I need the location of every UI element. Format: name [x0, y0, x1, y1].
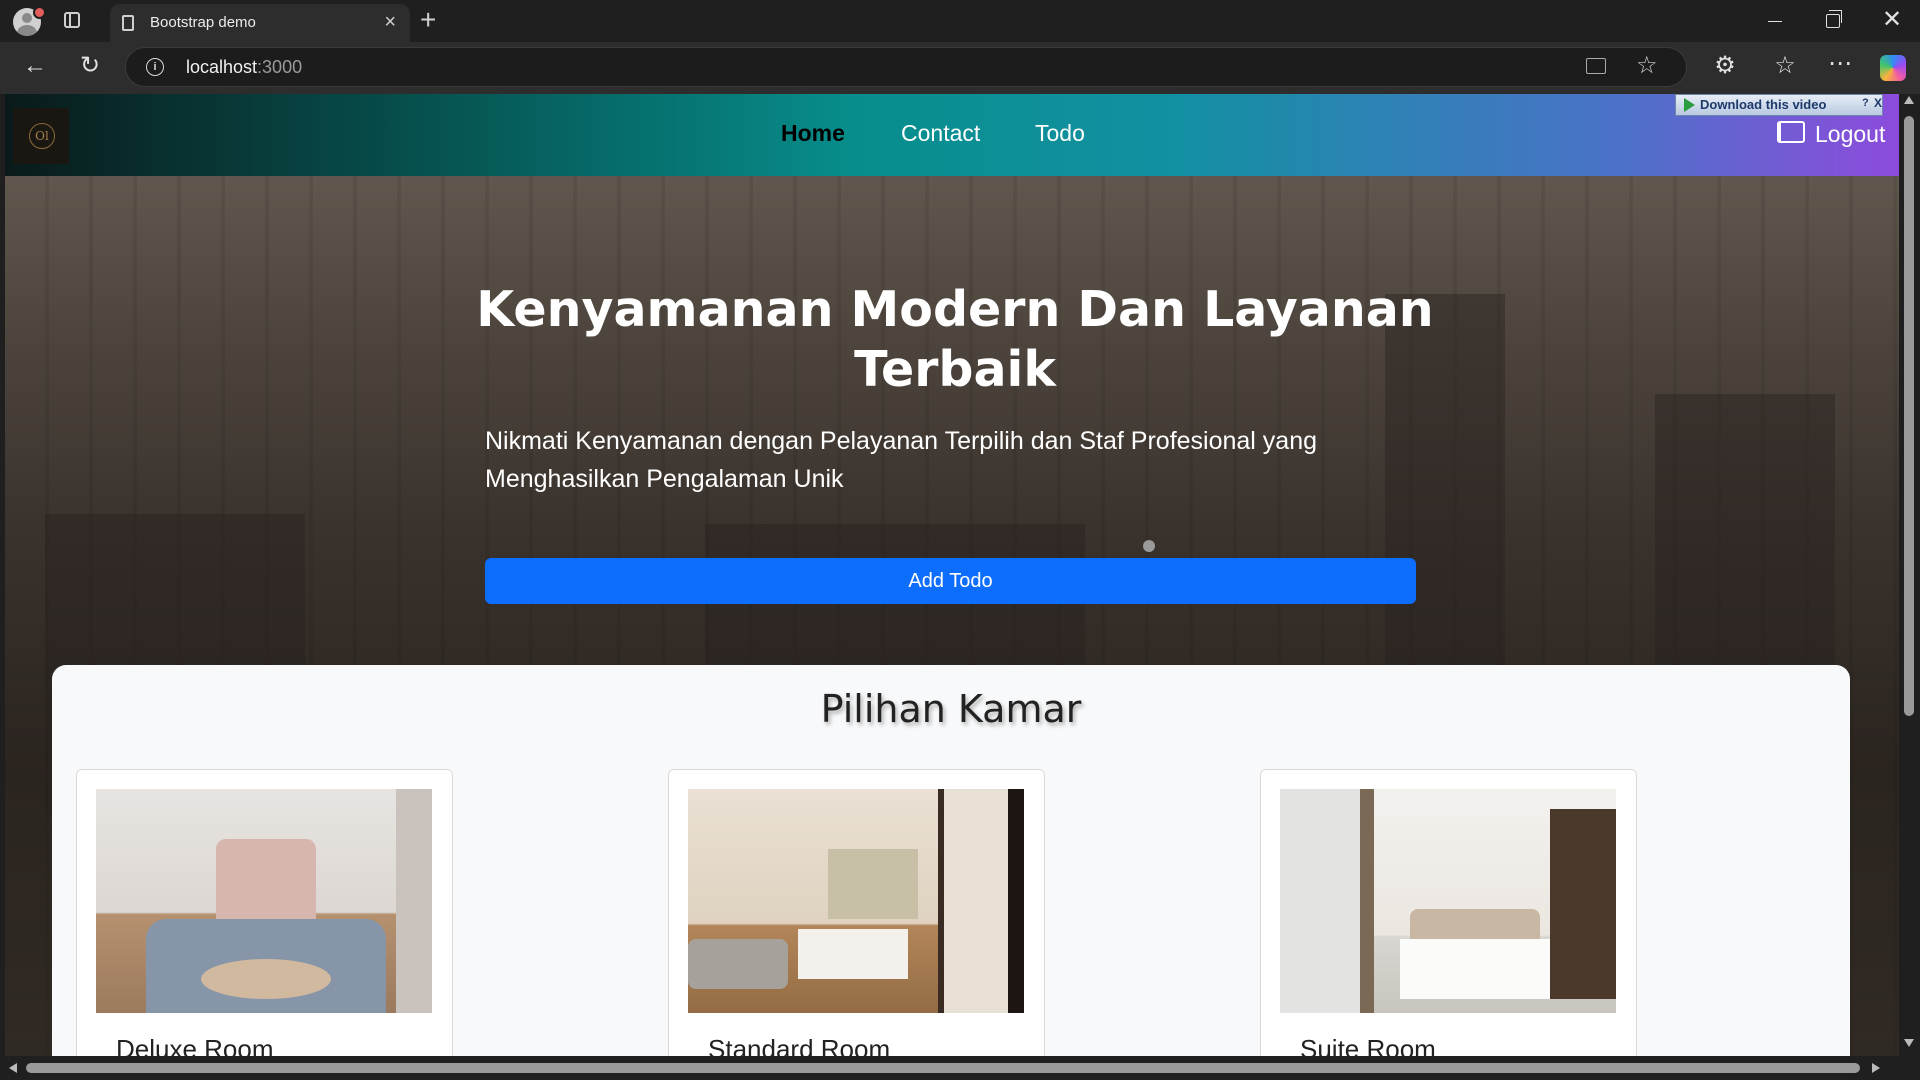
room-card-standard[interactable]: Standard Room — [668, 769, 1045, 1056]
page-viewport: Ol Home Contact Todo Logout Download thi… — [5, 94, 1899, 1056]
maximize-button[interactable] — [1826, 10, 1842, 28]
window-close-button[interactable]: ✕ — [1882, 6, 1902, 34]
scroll-right-icon[interactable] — [1872, 1063, 1880, 1073]
sofa — [688, 939, 788, 989]
hero-subtitle: Nikmati Kenyamanan dengan Pelayanan Terp… — [485, 427, 1318, 493]
room-card-deluxe[interactable]: Deluxe Room — [76, 769, 453, 1056]
back-icon[interactable]: ← — [20, 52, 50, 80]
scroll-up-icon[interactable] — [1904, 96, 1914, 104]
scrollbar-thumb[interactable] — [1904, 116, 1914, 716]
vertical-scrollbar[interactable] — [1899, 94, 1920, 1056]
bed — [1400, 939, 1550, 999]
browser-tab[interactable]: Bootstrap demo × — [110, 4, 410, 42]
minimize-button[interactable] — [1768, 21, 1782, 22]
favorites-icon[interactable]: ☆ — [1770, 52, 1800, 80]
room-card-suite[interactable]: Suite Room — [1260, 769, 1637, 1056]
section-title: Pilihan Kamar — [820, 687, 1082, 731]
navbar: Ol Home Contact Todo Logout — [5, 94, 1899, 176]
window — [828, 849, 918, 919]
room-image-deluxe — [96, 789, 432, 1013]
help-icon[interactable]: ? — [1862, 97, 1869, 109]
browser-tab-bar: Bootstrap demo × + ✕ — [0, 0, 1920, 42]
download-video-label[interactable]: Download this video — [1700, 97, 1826, 112]
bed — [798, 929, 908, 979]
tab-close-button[interactable]: × — [384, 10, 396, 34]
room-name: Deluxe Room — [116, 1034, 274, 1056]
more-icon[interactable]: ⋯ — [1825, 50, 1855, 78]
site-info-icon[interactable]: i — [146, 58, 164, 76]
nav-link-home[interactable]: Home — [781, 120, 845, 147]
room-image-suite — [1280, 789, 1616, 1013]
nav-link-contact[interactable]: Contact — [901, 120, 980, 147]
logout-button[interactable]: Logout — [1777, 120, 1885, 148]
logout-label: Logout — [1815, 121, 1886, 147]
room-image-standard — [688, 789, 1024, 1013]
download-video-popup[interactable]: Download this video ? X — [1675, 94, 1883, 116]
notification-dot — [33, 6, 46, 19]
star-icon[interactable]: ☆ — [1636, 51, 1658, 80]
nav-link-todo[interactable]: Todo — [1035, 120, 1085, 147]
logout-icon — [1777, 121, 1805, 143]
play-icon — [1684, 98, 1695, 112]
browser-toolbar: ← ↻ i localhost:3000 ☆ ⚙ ☆ ⋯ — [0, 42, 1920, 94]
ottoman — [201, 959, 331, 999]
curtain — [396, 789, 432, 1013]
url-text: localhost:3000 — [186, 57, 302, 78]
mirror-door — [938, 789, 1014, 1013]
curtain — [1280, 789, 1374, 1013]
url-host: localhost — [186, 57, 258, 77]
address-bar[interactable]: i localhost:3000 ☆ — [125, 47, 1687, 87]
horizontal-scrollbar[interactable] — [0, 1056, 1920, 1080]
wardrobe — [1550, 809, 1616, 999]
page-icon — [122, 15, 134, 31]
scroll-down-icon[interactable] — [1904, 1039, 1914, 1047]
headboard — [216, 839, 316, 929]
new-tab-button[interactable]: + — [420, 4, 436, 36]
url-port: :3000 — [257, 57, 303, 77]
tab-title: Bootstrap demo — [150, 14, 256, 31]
scrollbar-thumb[interactable] — [26, 1063, 1860, 1073]
copilot-icon[interactable] — [1880, 55, 1906, 81]
headboard — [1410, 909, 1540, 943]
close-icon[interactable]: X — [1874, 96, 1882, 110]
hero-title: Kenyamanan Modern Dan Layanan Terbaik — [476, 281, 1434, 398]
reload-icon[interactable]: ↻ — [75, 52, 105, 80]
add-todo-button[interactable]: Add Todo — [485, 558, 1416, 604]
door-frame — [1008, 789, 1024, 1013]
reader-view-icon[interactable] — [1586, 58, 1606, 74]
room-name: Standard Room — [708, 1034, 891, 1056]
tab-actions-icon[interactable] — [64, 12, 80, 28]
background-video-artifact — [1143, 540, 1155, 552]
scroll-left-icon[interactable] — [9, 1063, 17, 1073]
room-name: Suite Room — [1300, 1034, 1436, 1056]
extensions-icon[interactable]: ⚙ — [1710, 52, 1740, 80]
room-options-section: Pilihan Kamar Deluxe Room Standard Room — [52, 665, 1850, 1056]
logo-mark: Ol — [29, 123, 55, 149]
brand-logo[interactable]: Ol — [13, 108, 69, 164]
